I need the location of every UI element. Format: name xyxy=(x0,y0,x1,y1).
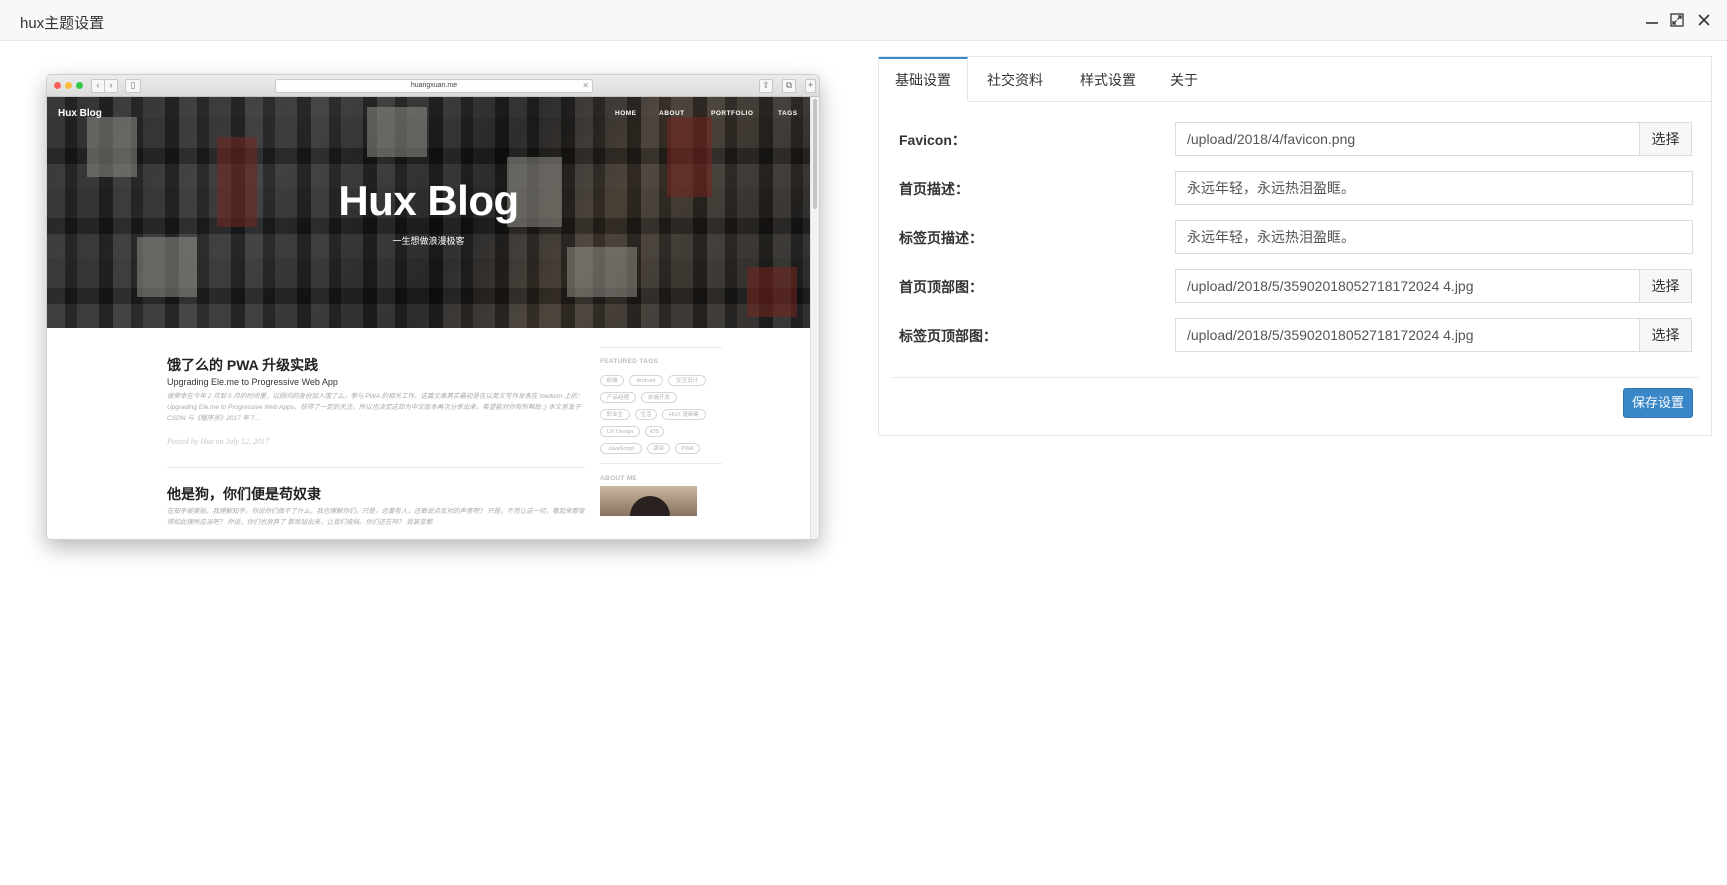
blog-nav-about: ABOUT xyxy=(659,110,685,117)
browser-zoom-dot xyxy=(76,82,83,89)
tab-about[interactable]: 关于 xyxy=(1154,57,1214,101)
sidebar-divider xyxy=(600,347,722,348)
browser-close-dot xyxy=(54,82,61,89)
window-titlebar: hux主题设置 xyxy=(0,0,1727,41)
home-description-input[interactable]: 永远年轻，永远热泪盈眶。 xyxy=(1175,171,1693,205)
tags-header-image-label: 标签页顶部图： xyxy=(899,328,997,344)
tag-chip: PWA xyxy=(675,443,700,454)
url-text: huangxuan.me xyxy=(410,82,458,89)
tags-header-image-input[interactable]: /upload/2018/5/35902018052718172024 4.jp… xyxy=(1175,318,1640,352)
blog-nav-tags: TAGS xyxy=(778,110,798,117)
tab-style-settings[interactable]: 样式设置 xyxy=(1062,57,1154,101)
blog-nav-portfolio: PORTFOLIO xyxy=(711,110,754,117)
home-header-image-label: 首页顶部图： xyxy=(899,279,983,295)
tab-basic-settings[interactable]: 基础设置 xyxy=(879,57,968,102)
window-title: hux主题设置 xyxy=(20,15,105,32)
blog-hero-title: Hux Blog xyxy=(338,177,519,224)
tag-chip: 生活 xyxy=(635,409,657,420)
maximize-icon[interactable] xyxy=(1668,11,1686,29)
about-me-photo xyxy=(600,486,697,516)
tags-description-input[interactable]: 永远年轻，永远热泪盈眶。 xyxy=(1175,220,1693,254)
forward-icon: › xyxy=(104,79,118,93)
back-icon: ‹ xyxy=(91,79,105,93)
tag-chip: 前端开发 xyxy=(641,392,677,403)
blog-nav-home: HOME xyxy=(615,110,637,117)
settings-panel: 基础设置 社交资料 样式设置 关于 Favicon： /upload/2018/… xyxy=(878,56,1712,436)
about-me-heading: ABOUT ME xyxy=(600,475,638,482)
tag-chip: 演讲 xyxy=(647,443,670,454)
theme-preview-screenshot: ‹ › ▯ huangxuan.me ✕ ⇪ ⧉ + Hux Blog HOME… xyxy=(46,74,820,540)
home-header-image-input[interactable]: /upload/2018/5/35902018052718172024 4.jp… xyxy=(1175,269,1640,303)
sidebar-icon: ▯ xyxy=(125,79,141,93)
url-clear-icon: ✕ xyxy=(582,81,589,90)
post-subtitle: Upgrading Ele.me to Progressive Web App xyxy=(167,377,338,387)
home-description-label: 首页描述： xyxy=(899,181,969,197)
sidebar-divider xyxy=(600,463,722,464)
tag-chip: Android xyxy=(629,375,663,386)
home-header-image-select-button[interactable]: 选择 xyxy=(1639,269,1692,303)
tag-chip: iOS xyxy=(645,426,664,437)
browser-url-bar: huangxuan.me ✕ xyxy=(275,79,593,93)
post-meta: Posted by Hux on July 12, 2017 xyxy=(167,437,269,446)
tag-chip: JavaScript xyxy=(600,443,642,454)
preview-scrollbar xyxy=(810,97,819,539)
save-settings-button[interactable]: 保存设置 xyxy=(1623,388,1693,418)
share-icon: ⇪ xyxy=(759,79,773,93)
browser-toolbar: ‹ › ▯ huangxuan.me ✕ ⇪ ⧉ + xyxy=(47,75,819,97)
browser-minimize-dot xyxy=(65,82,72,89)
post-excerpt: 在知乎被撕贴，我理解知乎。你说你们做不了什么，我也理解你们。只是，总要有人，还敢… xyxy=(167,508,585,526)
blog-hero-image: Hux Blog HOME ABOUT PORTFOLIO TAGS Hux B… xyxy=(47,97,810,328)
tag-chip: 前端 xyxy=(600,375,624,386)
tag-chip: HUX 漫画集 xyxy=(662,409,706,420)
favicon-label: Favicon： xyxy=(899,132,966,148)
blog-hero-subtitle: 一生想做浪漫极客 xyxy=(392,236,465,246)
favicon-select-button[interactable]: 选择 xyxy=(1639,122,1692,156)
tag-chip: UX Design xyxy=(600,426,640,437)
minimize-icon[interactable] xyxy=(1643,11,1661,29)
tags-header-image-select-button[interactable]: 选择 xyxy=(1639,318,1692,352)
post-excerpt: 很荣幸在今年 2 月到 5 月的时间里，以顾问的身份加入饿了么，参与 PWA 的… xyxy=(167,393,584,422)
tab-social-profile[interactable]: 社交资料 xyxy=(968,57,1062,101)
favicon-input[interactable]: /upload/2018/4/favicon.png xyxy=(1175,122,1640,156)
tag-chip: 职业生 xyxy=(600,409,630,420)
new-tab-icon: + xyxy=(805,79,816,93)
post-divider xyxy=(167,467,585,468)
blog-brand: Hux Blog xyxy=(58,108,102,119)
close-icon[interactable] xyxy=(1695,11,1713,29)
post-title: 饿了么的 PWA 升级实践 xyxy=(167,357,319,373)
tabs-icon: ⧉ xyxy=(782,79,796,93)
tag-chip: 产品经理 xyxy=(600,392,636,403)
form-divider xyxy=(891,377,1699,378)
settings-tabs: 基础设置 社交资料 样式设置 关于 xyxy=(879,57,1711,102)
tag-chip: 交互设计 xyxy=(668,375,706,386)
featured-tags-heading: FEATURED TAGS xyxy=(600,358,659,365)
tags-description-label: 标签页描述： xyxy=(899,230,983,246)
post-title: 他是狗，你们便是苟奴隶 xyxy=(167,486,321,502)
